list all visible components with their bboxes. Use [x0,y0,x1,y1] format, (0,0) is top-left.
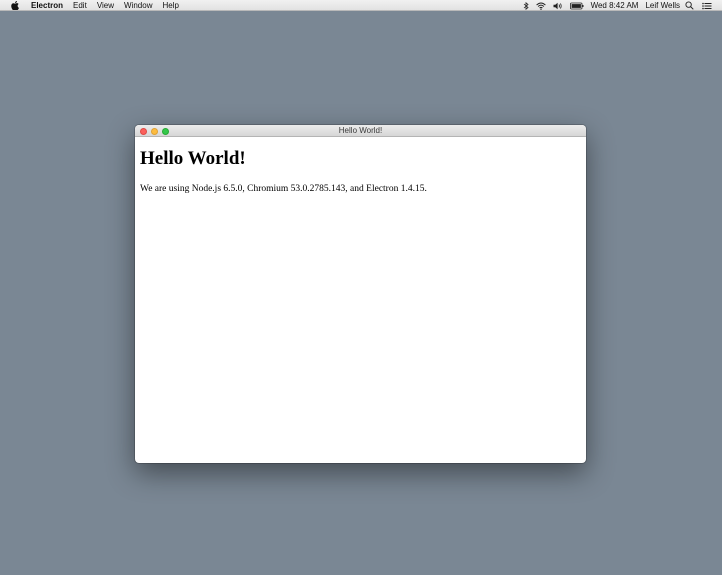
menu-view[interactable]: View [97,0,114,11]
menu-electron[interactable]: Electron [31,0,63,11]
app-window: Hello World! Hello World! We are using N… [135,125,586,463]
menu-bar-left: Electron Edit View Window Help [0,0,189,10]
wifi-icon[interactable] [535,0,546,11]
menu-bar-system [677,0,712,11]
menu-edit[interactable]: Edit [73,0,87,11]
clock[interactable]: Wed 8:42 AM [591,0,639,11]
volume-icon[interactable] [553,0,563,11]
notification-center-icon[interactable] [702,2,712,10]
apple-logo-icon[interactable] [11,0,19,10]
window-content: Hello World! We are using Node.js 6.5.0,… [135,137,586,195]
page-heading: Hello World! [140,148,246,169]
window-title-bar[interactable]: Hello World! [135,125,586,137]
version-info-text: We are using Node.js 6.5.0, Chromium 53.… [140,184,427,194]
battery-icon[interactable] [569,0,584,11]
spotlight-search-icon[interactable] [685,1,694,10]
menu-bar-status: Wed 8:42 AM Leif Wells [516,0,680,11]
menu-help[interactable]: Help [162,0,178,11]
window-title: Hello World! [338,126,383,135]
bluetooth-icon[interactable] [523,0,529,11]
menu-bar: Electron Edit View Window Help Wed 8:42 … [0,0,722,11]
user-name[interactable]: Leif Wells [645,0,680,11]
menu-window[interactable]: Window [124,0,152,11]
